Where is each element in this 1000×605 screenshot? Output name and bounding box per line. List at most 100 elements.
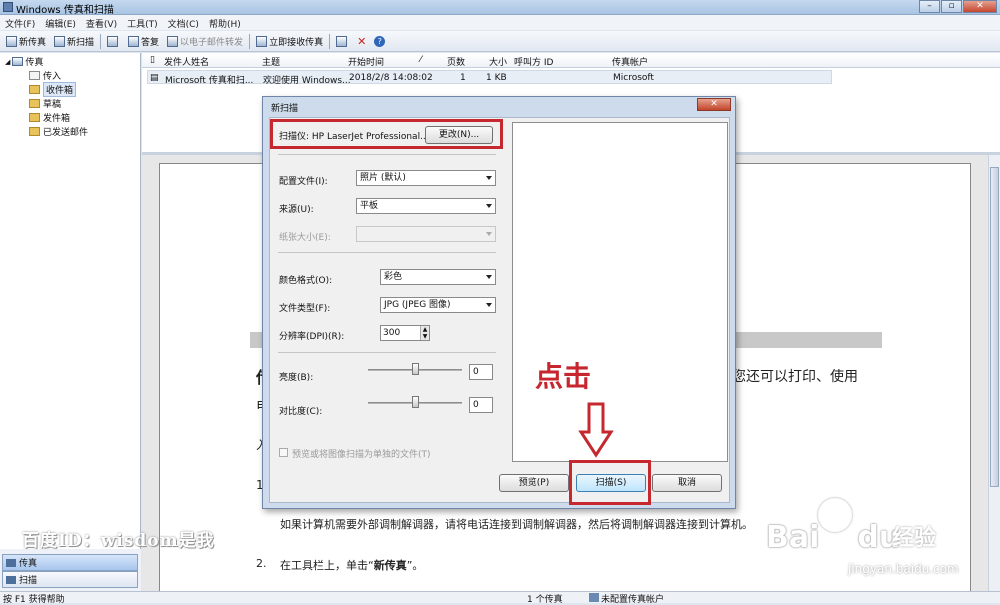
menu-file[interactable]: 文件(F) [0,15,40,30]
paper-size-label: 纸张大小(E): [279,233,331,243]
collapse-icon[interactable]: ◢ [5,58,10,66]
new-scan-dialog: 新扫描 ✕ 扫描仪: HP LaserJet Professional... 更… [262,96,736,509]
scan-preview-area [512,122,728,462]
status-help: 按 F1 获得帮助 [3,595,65,605]
col-subject[interactable]: 主题 [262,55,280,68]
tree-item-label: 收件箱 [43,82,77,97]
cancel-button[interactable]: 取消 [652,474,722,492]
nav-fax-button[interactable]: 传真 [2,554,138,571]
folder-icon [29,99,40,108]
file-type-value: JPG (JPEG 图像) [384,300,451,310]
separate-files-checkbox[interactable] [279,448,288,457]
tree-item-outbox[interactable]: 发件箱 [29,111,70,124]
close-icon[interactable]: ✕ [697,98,731,111]
delete-button[interactable]: ✕ [353,32,370,50]
col-account[interactable]: 传真帐户 [612,55,648,68]
doc-item2-bold: 新传真 [373,559,407,572]
table-row[interactable]: ▤ Microsoft 传真和扫... 欢迎使用 Windows... 2018… [147,70,832,86]
brightness-input[interactable]: 0 [469,364,493,380]
scrollbar-thumb[interactable] [990,167,999,487]
dpi-stepper[interactable]: 300 ▲ ▼ [380,325,430,341]
close-icon[interactable]: ✕ [963,0,997,13]
forward-email-label: 以电子邮件转发 [180,37,244,48]
tree-root-fax[interactable]: ◢ 传真 [5,55,43,68]
status-fax-count: 1 个传真 [527,595,563,605]
toolbar: 新传真 新扫描 答复 以电子邮件转发 立即接收传真 ✕ ? [0,31,1000,52]
toolbar-separator [329,33,331,49]
down-arrow-icon [578,402,614,458]
new-scan-button[interactable]: 新扫描 [50,32,98,50]
profile-label: 配置文件(I): [279,177,328,187]
toolbar-separator [249,33,251,49]
spin-up-icon[interactable]: ▲ [420,326,429,333]
tree-item-label: 已发送邮件 [43,128,89,138]
paper-size-select[interactable] [356,226,496,242]
receive-now-label: 立即接收传真 [269,37,324,48]
file-type-label: 文件类型(F): [279,304,331,314]
col-caller-id[interactable]: 呼叫方 ID [514,55,553,68]
chevron-down-icon [486,232,492,236]
profile-value: 照片 (默认) [360,173,406,183]
dpi-label: 分辨率(DPI)(R): [279,332,345,342]
fax-icon [12,57,24,66]
preview-scrollbar[interactable] [988,155,1000,591]
menu-help[interactable]: 帮助(H) [204,15,246,30]
row-pages: 1 [460,73,466,83]
forward-email-button[interactable]: 以电子邮件转发 [163,32,247,50]
message-icon: ▤ [150,73,159,83]
delete-icon: ✕ [357,34,367,48]
chevron-down-icon [486,303,492,307]
tree-item-label: 传入 [43,72,62,82]
col-pages[interactable]: 页数 [447,55,465,68]
dialog-body: 扫描仪: HP LaserJet Professional... 更改(N)..… [269,117,730,503]
color-format-value: 彩色 [384,272,403,282]
menu-document[interactable]: 文档(C) [163,15,204,30]
sort-icon: ⁄ [420,55,422,65]
author-watermark: 百度ID：wisdom是我 [22,531,215,551]
nav-fax-label: 传真 [19,559,38,569]
col-size[interactable]: 大小 [489,55,507,68]
brightness-label: 亮度(B): [279,373,314,383]
scan-icon [6,575,16,584]
tree-item-inbox[interactable]: 收件箱 [29,82,77,97]
fax-monitor-button[interactable] [103,32,124,50]
title-bar: Windows 传真和扫描 – ▫ ✕ [0,0,1000,16]
tree-item-incoming[interactable]: 传入 [29,69,61,82]
folder-tree: ◢ 传真 传入 收件箱 草稿 发件箱 已发送邮件 [0,53,141,549]
source-select[interactable]: 平板 [356,198,496,214]
color-format-select[interactable]: 彩色 [380,269,496,285]
maximize-icon[interactable]: ▫ [941,0,962,13]
fax-account-icon [589,593,599,602]
preview-button[interactable]: 预览(P) [499,474,569,492]
row-sender: Microsoft 传真和扫... [165,76,254,86]
new-fax-button[interactable]: 新传真 [2,32,50,50]
spin-down-icon[interactable]: ▼ [420,333,429,340]
minimize-icon[interactable]: – [919,0,940,13]
chevron-down-icon [486,275,492,279]
contrast-slider-thumb[interactable] [412,396,419,408]
tree-item-sent[interactable]: 已发送邮件 [29,125,88,138]
menu-tools[interactable]: 工具(T) [122,15,163,30]
menu-edit[interactable]: 编辑(E) [40,15,81,30]
baidu-jingyan-text: 经验 [892,526,937,551]
baidu-url-text: jingyan.baidu.com [848,562,959,576]
nav-scan-button[interactable]: 扫描 [2,571,138,588]
row-start-time: 2018/2/8 14:08:02 [349,73,433,83]
annotation-click-text: 点击 [535,360,592,393]
contrast-input[interactable]: 0 [469,397,493,413]
reply-label: 答复 [141,37,160,48]
status-bar: 按 F1 获得帮助 1 个传真 未配置传真帐户 [0,591,1000,605]
toolbar-separator [100,33,102,49]
divider [278,352,496,353]
file-type-select[interactable]: JPG (JPEG 图像) [380,297,496,313]
receive-now-button[interactable]: 立即接收传真 [252,32,327,50]
tree-item-drafts[interactable]: 草稿 [29,97,61,110]
col-start-time[interactable]: 开始时间 [348,55,384,68]
print-button[interactable] [332,32,353,50]
reply-button[interactable]: 答复 [124,32,163,50]
col-sender[interactable]: 发件人姓名 [164,55,209,68]
profile-select[interactable]: 照片 (默认) [356,170,496,186]
menu-view[interactable]: 查看(V) [81,15,122,30]
help-button[interactable]: ? [370,32,389,50]
brightness-slider-thumb[interactable] [412,363,419,375]
